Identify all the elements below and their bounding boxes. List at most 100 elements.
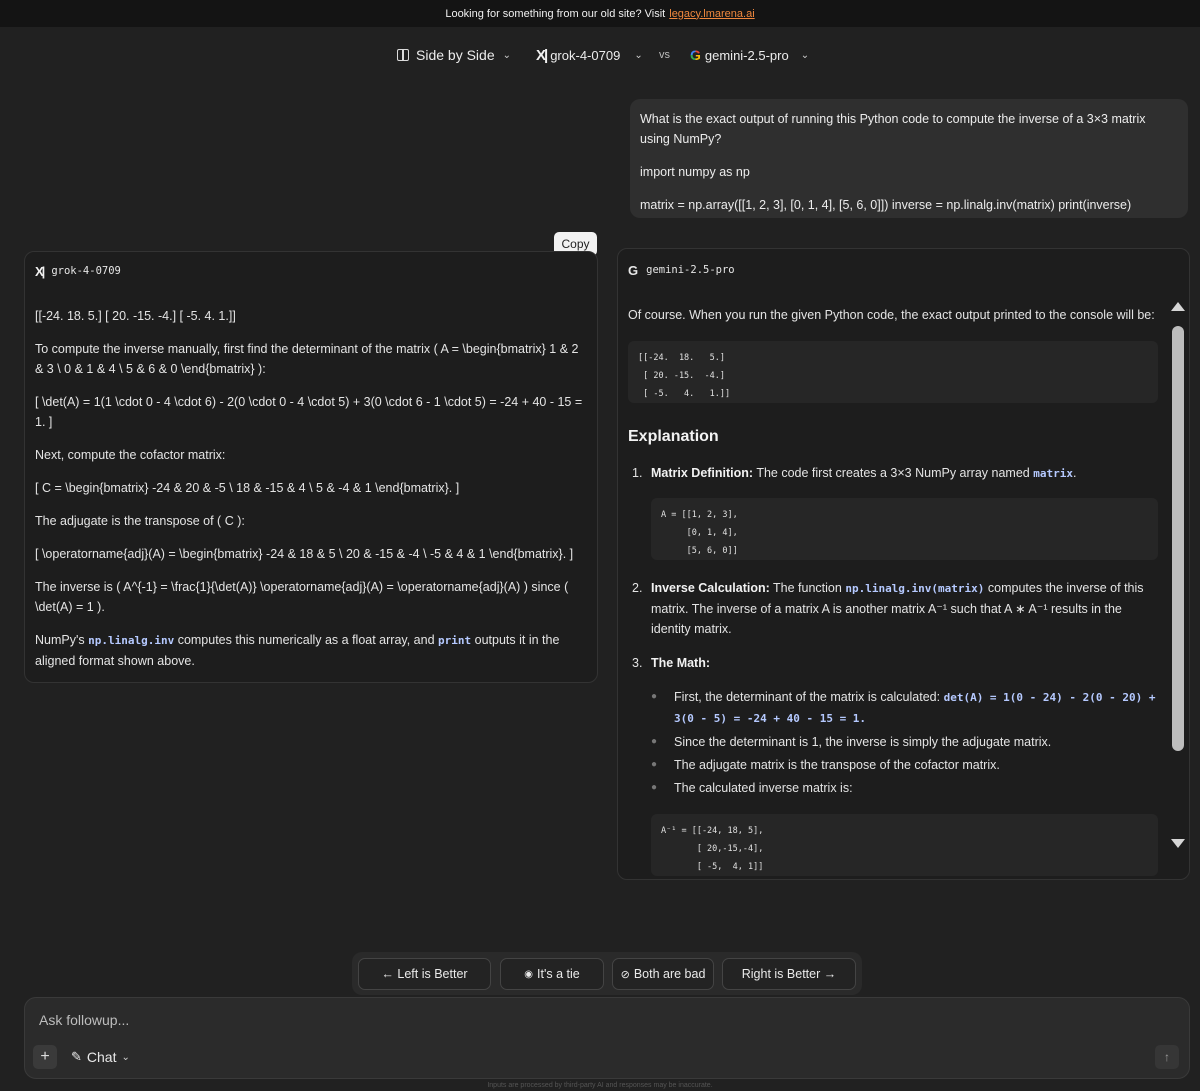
- chevron-down-icon: ⌄: [502, 49, 511, 61]
- text-span: NumPy's: [35, 633, 85, 647]
- scrollbar-thumb[interactable]: [1172, 326, 1184, 751]
- response-panel-left: X| grok-4-0709 [[-24. 18. 5.] [ 20. -15.…: [24, 251, 598, 683]
- paragraph: The inverse is ( A^{-1} = \frac{1}{\det(…: [35, 580, 569, 614]
- model-a-selector[interactable]: X| grok-4-0709 ⌄: [536, 43, 643, 67]
- explanation-list: 1. Matrix Definition: The code first cre…: [628, 463, 1158, 876]
- banner-text: Looking for something from our old site?…: [445, 7, 666, 20]
- list-item: 2. Inverse Calculation: The function np.…: [628, 578, 1158, 639]
- bullet-dot-icon: ●: [651, 691, 658, 702]
- bullet-dot-icon: ●: [651, 782, 658, 793]
- paragraph: Next, compute the cofactor matrix:: [35, 448, 226, 462]
- prompt-line: matrix = np.array([[1, 2, 3], [0, 1, 4],…: [640, 198, 1132, 212]
- model-a-label: grok-4-0709: [550, 47, 621, 63]
- item-title: The Math:: [651, 656, 711, 670]
- text-span: First, the determinant of the matrix is …: [674, 690, 941, 704]
- bullet-dot-icon: ●: [651, 736, 658, 747]
- inline-code: matrix: [1033, 467, 1073, 480]
- inline-code: np.linalg.inv(matrix): [845, 582, 985, 595]
- google-logo-icon: G: [690, 47, 701, 63]
- response-scroll-area[interactable]: Of course. When you run the given Python…: [628, 305, 1158, 879]
- plus-icon: +: [40, 1048, 50, 1065]
- both-bad-label: Both are bad: [633, 967, 706, 981]
- send-button[interactable]: ↑: [1155, 1045, 1179, 1069]
- paragraph: To compute the inverse manually, first f…: [35, 342, 579, 376]
- item-title: Matrix Definition:: [651, 466, 754, 480]
- arrow-up-icon: ↑: [1164, 1050, 1170, 1064]
- side-by-side-icon: [397, 49, 409, 61]
- list-number: 1.: [632, 466, 643, 480]
- left-is-better-button[interactable]: ← Left is Better: [358, 958, 491, 990]
- top-banner: Looking for something from our old site?…: [0, 0, 1200, 27]
- list-number: 3.: [632, 656, 643, 670]
- followup-input-box[interactable]: Ask followup... + ✎ Chat ⌄ ↑: [24, 997, 1190, 1079]
- model-tag: G gemini-2.5-pro: [628, 262, 1179, 278]
- inline-code: np.linalg.inv: [88, 634, 175, 647]
- prohibited-icon: ⊘: [620, 968, 630, 981]
- inverse-code-block: A⁻¹ = [[-24, 18, 5], [ 20,-15,-4], [ -5,…: [651, 814, 1158, 876]
- list-text: Matrix Definition: The code first create…: [651, 463, 1076, 484]
- vs-label: vs: [659, 49, 670, 61]
- text-span: The function: [773, 581, 842, 595]
- bullet-text: The calculated inverse matrix is:: [674, 781, 853, 795]
- vote-bar: ← Left is Better ◉ It's a tie ⊘ Both are…: [352, 952, 862, 995]
- model-name: gemini-2.5-pro: [646, 264, 735, 276]
- paragraph: [ \operatorname{adj}(A) = \begin{bmatrix…: [35, 547, 574, 561]
- list-text: Inverse Calculation: The function np.lin…: [651, 578, 1158, 639]
- matrix-code-block: A = [[1, 2, 3], [0, 1, 4], [5, 6, 0]]: [651, 498, 1158, 560]
- response-body: [[-24. 18. 5.] [ 20. -15. -4.] [ -5. 4. …: [35, 306, 587, 671]
- bullet-item: ● The calculated inverse matrix is:: [628, 778, 1158, 798]
- model-tag: X| grok-4-0709: [35, 263, 587, 279]
- mode-selector[interactable]: Side by Side ⌄: [397, 43, 511, 67]
- tie-button[interactable]: ◉ It's a tie: [500, 958, 604, 990]
- followup-input[interactable]: Ask followup...: [39, 1012, 129, 1028]
- add-attachment-button[interactable]: +: [33, 1045, 57, 1069]
- section-heading: Explanation: [628, 428, 719, 445]
- text-span: computes this numerically as a float arr…: [177, 633, 435, 647]
- paragraph: The adjugate is the transpose of ( C ):: [35, 514, 245, 528]
- paragraph: [ C = \begin{bmatrix} -24 & 20 & -5 \ 18…: [35, 481, 460, 495]
- list-number: 2.: [632, 581, 643, 595]
- prompt-line: What is the exact output of running this…: [640, 112, 1146, 146]
- bullet-dot-icon: ●: [651, 759, 658, 770]
- pencil-icon: ✎: [71, 1049, 82, 1064]
- list-item: 1. Matrix Definition: The code first cre…: [628, 463, 1158, 484]
- inline-code: print: [438, 634, 472, 647]
- handshake-icon: ◉: [524, 968, 534, 980]
- output-code-block: [[-24. 18. 5.] [ 20. -15. -4.] [ -5. 4. …: [628, 341, 1158, 403]
- disclaimer: Inputs are processed by third-party AI a…: [487, 1082, 713, 1089]
- user-prompt-bubble: What is the exact output of running this…: [630, 99, 1188, 218]
- response-panel-right[interactable]: G gemini-2.5-pro Of course. When you run…: [617, 248, 1190, 880]
- model-name: grok-4-0709: [51, 265, 121, 277]
- legacy-site-link[interactable]: legacy.lmarena.ai: [669, 8, 754, 20]
- paragraph: [[-24. 18. 5.] [ 20. -15. -4.] [ -5. 4. …: [35, 309, 236, 323]
- list-item: 3. The Math:: [628, 653, 1158, 673]
- model-b-selector[interactable]: G gemini-2.5-pro ⌄: [690, 43, 809, 67]
- google-logo-icon: G: [628, 262, 639, 278]
- paragraph: NumPy's np.linalg.inv computes this nume…: [35, 630, 587, 671]
- xai-logo-icon: X|: [35, 263, 45, 279]
- chat-mode-selector[interactable]: ✎ Chat ⌄: [71, 1048, 130, 1066]
- text-span: .: [1072, 466, 1077, 480]
- prompt-line: import numpy as np: [640, 165, 750, 179]
- paragraph: [ \det(A) = 1(1 \cdot 0 - 4 \cdot 6) - 2…: [35, 395, 583, 429]
- bullet-text: Since the determinant is 1, the inverse …: [674, 735, 1052, 749]
- scroll-down-icon[interactable]: [1171, 839, 1185, 848]
- mode-label: Side by Side: [416, 47, 495, 63]
- bullet-text: First, the determinant of the matrix is …: [674, 687, 1158, 729]
- scrollbar[interactable]: [1170, 294, 1186, 856]
- chevron-down-icon: ⌄: [634, 49, 643, 61]
- bullet-item: ● Since the determinant is 1, the invers…: [628, 732, 1158, 752]
- comparison-header: Side by Side ⌄ X| grok-4-0709 ⌄ vs G gem…: [0, 43, 1200, 67]
- bullet-item: ● First, the determinant of the matrix i…: [628, 687, 1158, 729]
- scroll-up-icon[interactable]: [1171, 302, 1185, 311]
- intro-text: Of course. When you run the given Python…: [628, 308, 1155, 322]
- both-bad-button[interactable]: ⊘ Both are bad: [612, 958, 714, 990]
- right-is-better-button[interactable]: Right is Better →: [722, 958, 856, 990]
- chat-mode-label: Chat: [86, 1049, 117, 1065]
- xai-logo-icon: X|: [536, 46, 548, 64]
- bullet-text: The adjugate matrix is the transpose of …: [674, 758, 1000, 772]
- bullet-item: ● The adjugate matrix is the transpose o…: [628, 755, 1158, 775]
- tie-label: It's a tie: [537, 967, 580, 981]
- text-span: The code first creates a 3×3 NumPy array…: [756, 466, 1030, 480]
- chevron-down-icon: ⌄: [800, 49, 810, 61]
